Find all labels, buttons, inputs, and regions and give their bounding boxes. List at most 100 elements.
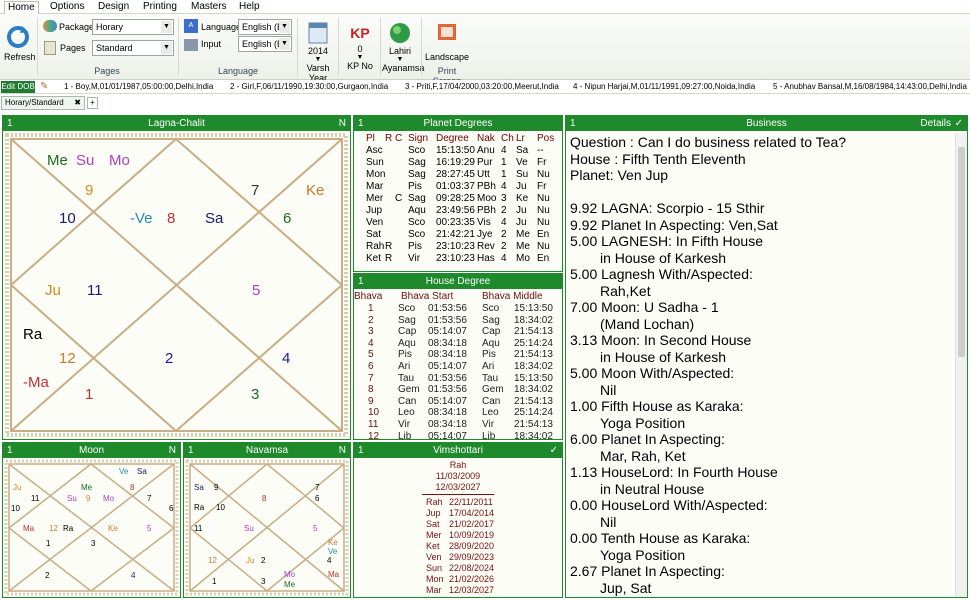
package-label: Package: [59, 22, 95, 32]
language-select[interactable]: English (E ▼: [238, 19, 292, 35]
close-icon[interactable]: ✖: [74, 98, 81, 107]
dob-item-3[interactable]: 3 - Priti,F,17/04/2000,03:20:00,Meerut,I…: [405, 82, 559, 91]
chart-label-ma: Ma: [328, 570, 340, 579]
menu-masters[interactable]: Masters: [188, 1, 230, 14]
chart-label-house-5: 5: [252, 282, 261, 299]
chart-label-sa: Sa: [137, 467, 147, 476]
cell: Fr: [537, 181, 547, 192]
dasha-planet[interactable]: Sat: [426, 519, 440, 530]
dob-item-2[interactable]: 2 - Girl,F,06/11/1990,19:30:00,Gurgaon,I…: [230, 82, 388, 91]
chart-label-house-7: 7: [147, 494, 152, 503]
landscape-icon: [438, 24, 456, 40]
cell: 10: [368, 407, 380, 419]
chart-label-me: Me: [81, 483, 93, 492]
cell: 28:27:45: [436, 169, 475, 180]
input-icon: [184, 39, 198, 51]
cell: Rah: [366, 241, 385, 252]
north-style-toggle[interactable]: N: [339, 116, 346, 131]
dasha-planet[interactable]: Ven: [426, 552, 442, 563]
cell: Pis: [408, 181, 422, 192]
dob-item-1[interactable]: 1 - Boy,M,01/01/1987,05:00:00,Delhi,Indi…: [64, 82, 213, 91]
cell: 08:34:18: [428, 349, 467, 361]
lagna-chart-title: Lagna-Chalit: [148, 118, 205, 129]
cell: R: [385, 253, 393, 264]
language-group-label: Language: [218, 66, 259, 76]
cell: Vir: [482, 419, 495, 430]
analysis-line: 5.00 Lagnesh With/Aspected:: [570, 266, 753, 282]
language-label: Language: [201, 22, 242, 32]
cell: 25:14:24: [514, 337, 553, 349]
cell: Ju: [516, 181, 527, 192]
cell: Aqu: [408, 205, 426, 216]
cell: 01:53:56: [428, 303, 467, 314]
menu-options[interactable]: Options: [47, 1, 87, 14]
cell: 09:28:25: [436, 193, 475, 204]
kp-no-button[interactable]: KP 0 ▼ KP No: [343, 22, 377, 71]
cell: 15:13:50: [514, 303, 553, 314]
navamsa-chart-header: 1 Navamsa N: [184, 443, 350, 458]
dasha-planet[interactable]: Mon: [426, 574, 444, 585]
cell: PBh: [477, 181, 496, 192]
cell: Lib: [398, 430, 412, 442]
pages-select[interactable]: Standard ▼: [92, 40, 174, 56]
dasha-date: 10/09/2019: [449, 530, 495, 540]
analysis-line: Yoga Position: [600, 414, 686, 431]
menu-printing[interactable]: Printing: [140, 1, 180, 14]
cell: 01:53:56: [428, 372, 467, 384]
chart-label-house-3: 3: [261, 577, 266, 586]
vimshottari-header: 1 Vimshottari ✓: [354, 443, 562, 458]
package-select[interactable]: Horary ▼: [92, 19, 174, 35]
cell: 18:34:02: [514, 361, 553, 372]
menu-design[interactable]: Design: [95, 1, 132, 14]
cell: PBh: [477, 205, 496, 216]
edit-dob-button[interactable]: Edit DOB: [1, 81, 35, 93]
chart-label-su: Su: [244, 524, 254, 533]
analysis-line: 5.00 Moon With/Aspected:: [570, 365, 735, 381]
dob-item-4[interactable]: 4 - Nipun Harjai,M,01/11/1991,09:27:00,N…: [573, 82, 755, 91]
cell: 7: [368, 372, 374, 384]
dasha-planet[interactable]: Ket: [426, 541, 440, 552]
dasha-planet[interactable]: Rah: [426, 497, 443, 508]
cell: Leo: [482, 407, 499, 419]
north-style-toggle[interactable]: N: [339, 443, 346, 458]
analysis-line: Nil: [600, 381, 617, 398]
menu-home[interactable]: Home: [4, 1, 39, 14]
refresh-button[interactable]: Refresh: [4, 24, 36, 62]
varsh-year-button[interactable]: 2014 ▼ Varsh Year: [300, 22, 336, 83]
chart-label-me: Me: [284, 580, 296, 589]
landscape-button[interactable]: Landscape: [424, 22, 470, 62]
tab-horary-standard[interactable]: Horary/Standard ✖: [1, 96, 85, 110]
vertical-scrollbar[interactable]: [955, 133, 967, 597]
ayanamsa-button[interactable]: Lahiri ▼ Ayanamsa: [382, 22, 424, 73]
input-select[interactable]: English (E ▼: [238, 36, 292, 52]
cell: 4: [501, 253, 507, 264]
cell: --: [537, 145, 544, 156]
cell: Nu: [537, 205, 550, 216]
cell: Sag: [482, 314, 500, 326]
chart-label-ma: Ma: [23, 524, 35, 533]
dasha-planet[interactable]: Mer: [426, 530, 442, 541]
menu-help[interactable]: Help: [236, 1, 263, 14]
check-icon[interactable]: ✓: [550, 443, 558, 458]
cell: Pis: [398, 349, 412, 361]
chart-label-house-7: 7: [251, 182, 260, 199]
planet-degrees-table: Pl R C Sign Degree Nak Ch Lr Pos Asc Sco 15:13:50 An…: [354, 133, 562, 273]
cell: Can: [398, 395, 417, 407]
scrollbar-thumb[interactable]: [958, 147, 965, 357]
cell: Aqu: [482, 337, 500, 349]
chart-label-ke: Ke: [108, 524, 118, 533]
add-tab-button[interactable]: +: [87, 97, 98, 109]
chart-label-house-7: 7: [315, 483, 320, 492]
dasha-planet[interactable]: Sun: [426, 563, 442, 574]
analysis-line: Yoga Position: [600, 546, 686, 563]
column-header: Bhava: [354, 291, 383, 302]
dasha-planet[interactable]: Jup: [426, 508, 441, 519]
pencil-icon[interactable]: ✎: [40, 81, 48, 92]
dasha-planet[interactable]: Mar: [426, 585, 442, 596]
details-button[interactable]: Details: [920, 116, 951, 131]
check-icon[interactable]: ✓: [955, 116, 963, 131]
input-label: Input: [201, 39, 222, 49]
analysis-line: 2.67 Planet In Aspecting:: [570, 563, 725, 579]
north-style-toggle[interactable]: N: [169, 443, 176, 458]
dob-item-5[interactable]: 5 - Anubhav Bansal,M,16/08/1984,14:43:00…: [773, 82, 967, 91]
